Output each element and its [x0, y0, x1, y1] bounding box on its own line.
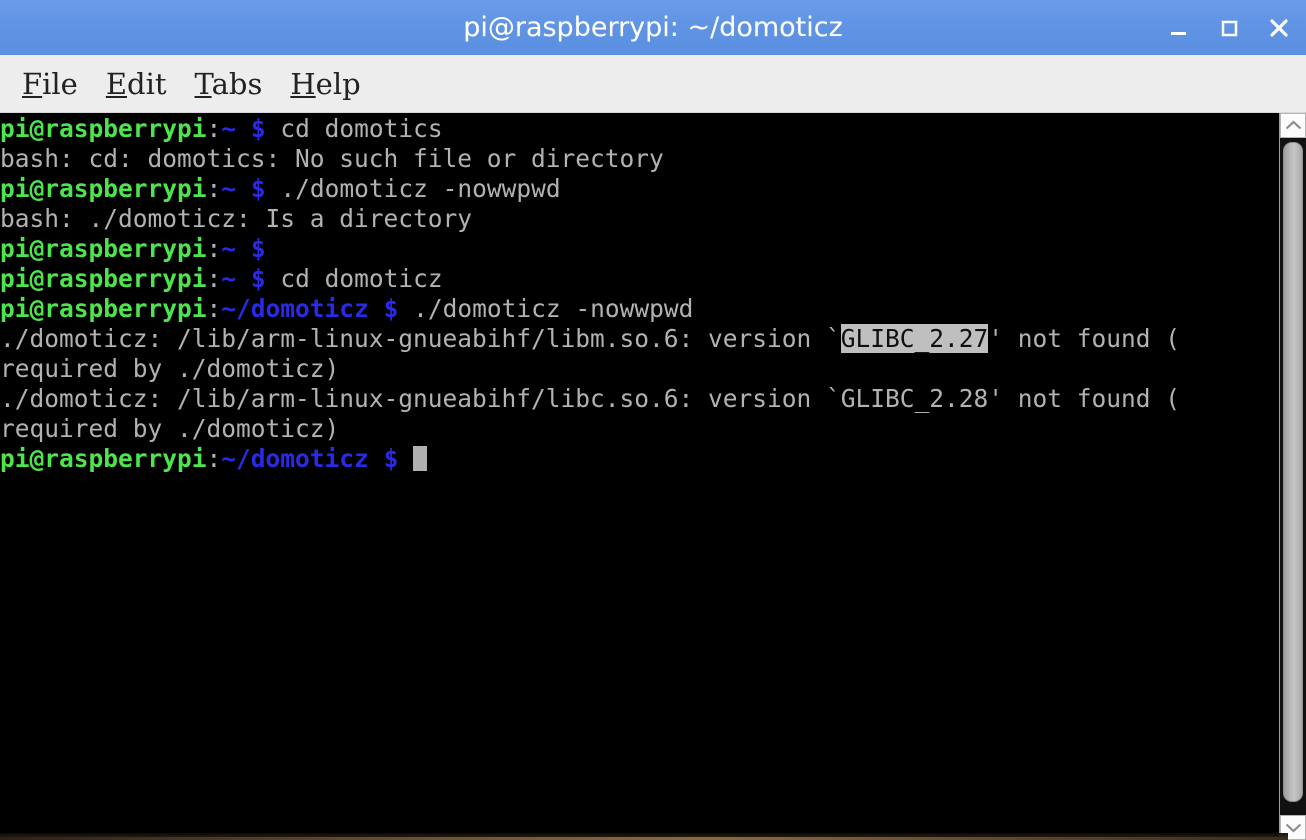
terminal-line: bash: cd: domotics: No such file or dire…	[0, 144, 1279, 174]
window-controls	[1166, 0, 1292, 55]
terminal-text: ./domoticz -nowwpwd	[265, 174, 561, 203]
terminal-text: $	[383, 444, 399, 473]
terminal-text: ' not found (	[988, 324, 1181, 353]
terminal-text: ./domoticz: /lib/arm-linux-gnueabihf/lib…	[0, 384, 1181, 413]
terminal-text: bash: ./domoticz: Is a directory	[0, 204, 473, 233]
scrollbar-track[interactable]	[1280, 138, 1306, 815]
terminal-lines: pi@raspberrypi:~ $ cd domotics bash: cd: …	[0, 113, 1279, 474]
terminal-text: ~	[221, 234, 237, 263]
window-title: pi@raspberrypi: ~/domoticz	[463, 12, 843, 43]
terminal-line: ./domoticz: /lib/arm-linux-gnueabihf/lib…	[0, 384, 1279, 414]
terminal-text: ~/domoticz	[221, 294, 369, 323]
terminal-text: required by ./domoticz)	[0, 414, 340, 443]
terminal-text: ~/domoticz	[221, 444, 369, 473]
terminal-text: ./domoticz -nowwpwd	[398, 294, 694, 323]
terminal-text: $	[250, 264, 266, 293]
menu-label-rest: ile	[42, 66, 78, 101]
terminal-area: pi@raspberrypi:~ $ cd domotics bash: cd: …	[0, 113, 1306, 840]
selected-text: GLIBC_2.27	[840, 324, 989, 353]
scroll-up-button[interactable]	[1280, 113, 1306, 138]
terminal-line: pi@raspberrypi:~ $ cd domotics	[0, 114, 1279, 144]
terminal-text: :	[206, 234, 222, 263]
menu-label-rest: dit	[127, 66, 167, 101]
terminal-text: :	[206, 114, 222, 143]
terminal-text: cd domoticz	[265, 264, 443, 293]
terminal-text: pi@raspberrypi	[0, 294, 207, 323]
close-icon	[1270, 18, 1288, 37]
terminal-text: :	[206, 294, 222, 323]
close-button[interactable]	[1266, 15, 1292, 41]
terminal-text: $	[383, 294, 399, 323]
terminal-line: required by ./domoticz)	[0, 354, 1279, 384]
terminal-line: pi@raspberrypi:~ $ cd domoticz	[0, 264, 1279, 294]
terminal-line: pi@raspberrypi:~ $	[0, 234, 1279, 264]
terminal-text: ~	[221, 114, 237, 143]
terminal-text: pi@raspberrypi	[0, 234, 207, 263]
menu-item-edit[interactable]: Edit	[92, 67, 181, 101]
menu-label-rest: abs	[211, 66, 263, 101]
menu-label-rest: elp	[315, 66, 361, 101]
terminal-text: pi@raspberrypi	[0, 114, 207, 143]
menu-mnemonic: T	[194, 66, 212, 101]
window-titlebar[interactable]: pi@raspberrypi: ~/domoticz	[0, 0, 1306, 55]
terminal-line: ./domoticz: /lib/arm-linux-gnueabihf/lib…	[0, 324, 1279, 354]
terminal-window: pi@raspberrypi: ~/domoticz File Edit Tab…	[0, 0, 1306, 840]
terminal-text: pi@raspberrypi	[0, 174, 207, 203]
terminal-text: $	[250, 174, 266, 203]
terminal-text: pi@raspberrypi	[0, 264, 207, 293]
menu-mnemonic: H	[290, 66, 316, 101]
maximize-button[interactable]	[1216, 15, 1242, 41]
terminal-text: ~	[221, 174, 237, 203]
terminal-text: :	[206, 264, 222, 293]
terminal-line: pi@raspberrypi:~/domoticz $	[0, 444, 1279, 474]
terminal-line: pi@raspberrypi:~ $ ./domoticz -nowwpwd	[0, 174, 1279, 204]
terminal-text: cd domotics	[265, 114, 443, 143]
minimize-button[interactable]	[1166, 15, 1192, 41]
menu-mnemonic: E	[105, 66, 128, 101]
terminal-text: $	[250, 234, 266, 263]
maximize-icon	[1221, 20, 1238, 36]
menu-item-tabs[interactable]: Tabs	[181, 67, 277, 101]
terminal-text: required by ./domoticz)	[0, 354, 340, 383]
terminal-line: pi@raspberrypi:~/domoticz $ ./domoticz -…	[0, 294, 1279, 324]
chevron-up-icon	[1285, 120, 1301, 130]
menu-item-file[interactable]: File	[8, 67, 92, 101]
scrollbar-thumb[interactable]	[1283, 142, 1303, 802]
menu-item-help[interactable]: Help	[276, 67, 374, 101]
chevron-down-icon	[1285, 823, 1301, 833]
menu-bar: File Edit Tabs Help	[0, 55, 1306, 113]
terminal-output[interactable]: pi@raspberrypi:~ $ cd domotics bash: cd: …	[0, 113, 1279, 840]
terminal-text: ~	[221, 264, 237, 293]
terminal-line: bash: ./domoticz: Is a directory	[0, 204, 1279, 234]
terminal-text: bash: cd: domotics: No such file or dire…	[0, 144, 664, 173]
terminal-text: ./domoticz: /lib/arm-linux-gnueabihf/lib…	[0, 324, 841, 353]
menu-mnemonic: F	[22, 66, 43, 101]
terminal-text: :	[206, 174, 222, 203]
terminal-text: $	[250, 114, 266, 143]
minimize-icon	[1171, 31, 1186, 35]
terminal-text: pi@raspberrypi	[0, 444, 207, 473]
terminal-line: required by ./domoticz)	[0, 414, 1279, 444]
terminal-text: :	[206, 444, 222, 473]
terminal-cursor	[413, 446, 428, 471]
terminal-scrollbar[interactable]	[1279, 113, 1306, 840]
